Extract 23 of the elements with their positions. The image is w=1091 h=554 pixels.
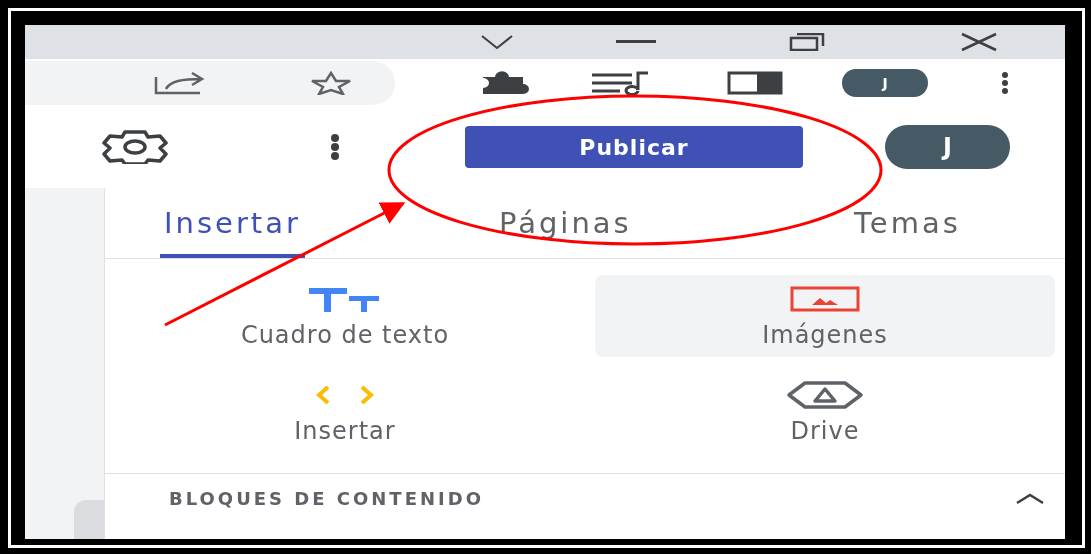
chevron-up-icon[interactable] <box>1015 492 1045 505</box>
code-brackets-icon <box>316 384 374 406</box>
insert-item[interactable]: Cuadro de texto <box>115 275 575 357</box>
minimize-icon[interactable] <box>615 40 656 44</box>
media-queue-icon[interactable] <box>590 71 650 95</box>
insert-item[interactable]: Imágenes <box>595 275 1055 357</box>
insert-item[interactable]: Drive <box>595 371 1055 453</box>
section-heading: BLOQUES DE CONTENIDO <box>169 488 484 509</box>
panel-tab[interactable]: Insertar <box>160 192 305 258</box>
chevron-down-icon[interactable] <box>480 34 515 50</box>
restore-icon[interactable] <box>789 33 826 51</box>
image-icon <box>790 286 860 312</box>
panel-tab[interactable]: Temas <box>850 192 965 258</box>
more-icon[interactable] <box>1001 71 1009 95</box>
insert-item[interactable]: Insertar <box>115 371 575 453</box>
drive-icon <box>785 380 865 410</box>
scrollbar-thumb[interactable] <box>74 500 104 540</box>
publish-button[interactable]: Publicar <box>465 126 803 168</box>
profile-avatar[interactable]: J <box>842 69 928 97</box>
sidebar-icon[interactable] <box>727 71 783 95</box>
account-avatar[interactable]: J <box>885 125 1010 169</box>
more-icon[interactable] <box>330 133 340 161</box>
panel-tab[interactable]: Páginas <box>495 192 636 258</box>
